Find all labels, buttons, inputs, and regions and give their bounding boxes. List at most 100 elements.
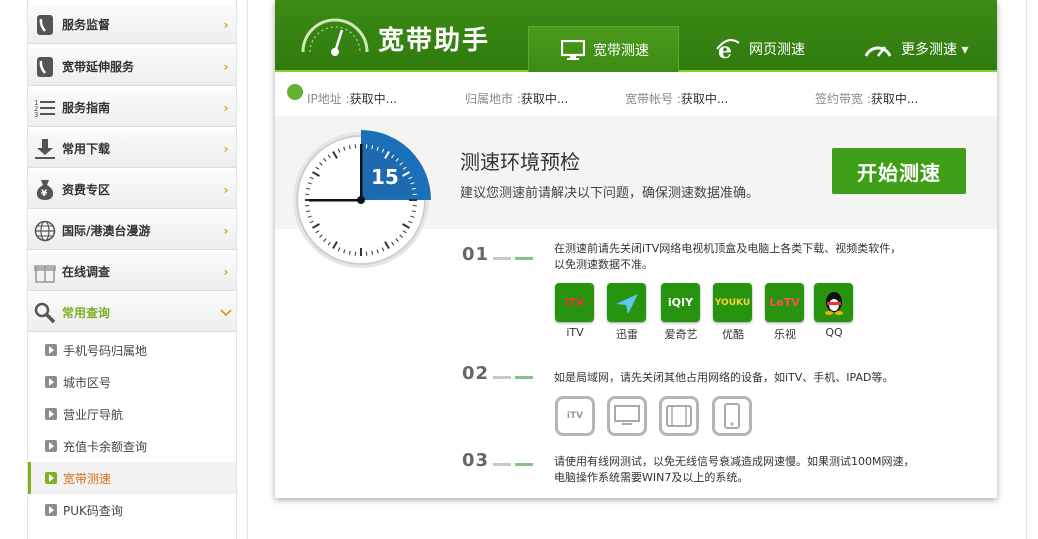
itv-icon: iTV	[555, 283, 594, 322]
tab-broadband-speed[interactable]: 宽带测速	[528, 26, 679, 72]
qq-penguin-icon	[814, 283, 853, 322]
money-bag-icon: ¥	[33, 178, 57, 202]
subitem-label: 营业厅导航	[63, 407, 124, 422]
sidebar-cat-service-supervision[interactable]: 服务监督 ›	[28, 5, 236, 44]
step-divider	[493, 257, 511, 260]
precheck-title: 测速环境预检	[460, 150, 580, 174]
step-2-text: 如是局域网，请先关闭其他占用网络的设备，如iTV、手机、IPAD等。	[554, 371, 894, 384]
subitem-label: 城市区号	[63, 375, 112, 390]
sidebar-subitem-card-balance[interactable]: 充值卡余额查询	[28, 430, 236, 462]
ie-browser-icon: e	[715, 37, 741, 61]
step-divider	[515, 463, 533, 466]
device-tv-icon: iTV	[555, 396, 595, 436]
tab-label: 更多测速 ▾	[901, 42, 969, 58]
sidebar-cat-roaming[interactable]: 国际/港澳台漫游 ›	[28, 211, 236, 250]
widget-banner: 宽带助手 宽带测速 e 网页测速 更多测速 ▾	[275, 0, 997, 72]
step-divider	[515, 376, 533, 379]
chevron-right-icon: ›	[223, 59, 229, 74]
step-divider	[515, 257, 533, 260]
chevron-right-icon: ›	[223, 100, 229, 115]
sidebar-cat-survey[interactable]: 在线调查 ›	[28, 252, 236, 291]
device-monitor-icon	[607, 396, 647, 436]
step-number: 02	[462, 363, 490, 384]
step-divider	[493, 376, 511, 379]
tab-web-speed[interactable]: e 网页测速	[715, 26, 805, 72]
sidebar-cat-common-query[interactable]: 常用查询	[28, 293, 236, 332]
gift-icon	[33, 260, 57, 284]
sidebar-cat-service-guide[interactable]: 123 服务指南 ›	[28, 88, 236, 127]
sidebar-cat-label: 资费专区	[62, 183, 111, 197]
widget-title: 宽带助手	[378, 26, 491, 56]
tab-label: 宽带测速	[593, 42, 649, 59]
xunlei-bird-icon	[607, 283, 646, 322]
sidebar-subitem-area-code[interactable]: 城市区号	[28, 366, 236, 398]
chevron-right-icon: ›	[223, 141, 229, 156]
sidebar-subitem-puk[interactable]: PUK码查询	[28, 494, 236, 526]
precheck-subtitle: 建议您测速前请解决以下问题，确保测速数据准确。	[460, 186, 760, 201]
info-city: 归属地市 :获取中...	[465, 92, 569, 106]
sidebar-cat-label: 在线调查	[62, 265, 111, 279]
chevron-down-icon	[216, 306, 236, 320]
sidebar-cat-label: 服务监督	[62, 18, 111, 32]
app-youku: YOUKU 优酷	[713, 283, 753, 342]
play-icon	[45, 376, 57, 388]
broadband-assistant-widget: 宽带助手 宽带测速 e 网页测速 更多测速 ▾ IP地址 :获取中... 归属地…	[275, 0, 997, 498]
magnifier-icon	[33, 301, 57, 325]
list-icon: 123	[33, 96, 57, 120]
device-tablet-icon	[659, 396, 699, 436]
subitem-label: PUK码查询	[63, 503, 123, 518]
play-icon	[45, 504, 57, 516]
step-3-text: 请使用有线网测试，以免无线信号衰减造成网速慢。如果测试100M网速， 电脑操作系统…	[554, 455, 915, 484]
sidebar-subitem-store-nav[interactable]: 营业厅导航	[28, 398, 236, 430]
sidebar-subitem-speed-test[interactable]: 宽带测速	[28, 462, 236, 494]
connection-info-bar: IP地址 :获取中... 归属地市 :获取中... 宽带帐号 :获取中... 签…	[275, 74, 997, 116]
play-icon	[45, 440, 57, 452]
speedometer-icon	[301, 18, 369, 56]
subitem-label: 宽带测速	[63, 471, 112, 486]
tab-more-speed[interactable]: 更多测速 ▾	[863, 26, 968, 72]
monitor-icon	[561, 39, 585, 60]
svg-text:3: 3	[34, 111, 38, 118]
sidebar-cat-broadband-extension[interactable]: 宽带延伸服务 ›	[28, 47, 236, 86]
chevron-right-icon: ›	[223, 264, 229, 279]
sidebar-cat-downloads[interactable]: 常用下载 ›	[28, 129, 236, 168]
device-phone-icon	[712, 396, 752, 436]
chevron-right-icon: ›	[223, 17, 229, 32]
download-icon	[33, 137, 57, 161]
countdown-value: 15	[371, 165, 399, 189]
step-number: 01	[462, 244, 490, 265]
sidebar-cat-label: 常用查询	[62, 306, 111, 320]
sidebar-cat-label: 宽带延伸服务	[62, 60, 135, 74]
svg-text:¥: ¥	[41, 189, 48, 199]
subitem-label: 手机号码归属地	[63, 343, 148, 358]
tab-label: 网页测速	[749, 42, 805, 58]
start-test-button[interactable]: 开始测速	[832, 148, 966, 194]
subitem-label: 充值卡余额查询	[63, 439, 148, 454]
chevron-right-icon: ›	[223, 223, 229, 238]
sidebar-subitem-phone-location[interactable]: 手机号码归属地	[28, 334, 236, 366]
countdown-clock: 15	[293, 130, 431, 268]
info-account: 宽带帐号 :获取中...	[625, 92, 729, 106]
app-itv: iTV iTV	[555, 283, 595, 339]
sidebar-cat-label: 国际/港澳台漫游	[62, 224, 151, 238]
play-icon	[45, 472, 57, 484]
gauge-icon	[863, 39, 893, 59]
letv-icon: LeTV	[765, 283, 804, 322]
youku-icon: YOUKU	[713, 283, 752, 322]
app-iqiyi: iQIY 爱奇艺	[661, 283, 701, 342]
app-xunlei: 迅雷	[607, 283, 647, 342]
phone-icon	[33, 13, 57, 37]
sidebar-cat-label: 服务指南	[62, 101, 111, 115]
step-divider	[493, 463, 511, 466]
user-icon	[287, 84, 303, 100]
info-bandwidth: 签约带宽 :获取中...	[815, 92, 919, 106]
sidebar: 服务监督 › 宽带延伸服务 › 123 服务指南 › 常用下载 › ¥ 资费专区…	[27, 0, 237, 539]
step-1-text: 在测速前请先关闭iTV网络电视机顶盒及电脑上各类下载、视频类软件， 以免测速数据不…	[554, 242, 902, 271]
play-icon	[45, 408, 57, 420]
iqiyi-icon: iQIY	[661, 283, 700, 322]
info-ip: IP地址 :获取中...	[307, 92, 398, 106]
play-icon	[45, 344, 57, 356]
sidebar-cat-tariffs[interactable]: ¥ 资费专区 ›	[28, 170, 236, 209]
app-qq: QQ	[814, 283, 854, 339]
sidebar-cat-label: 常用下载	[62, 142, 111, 156]
